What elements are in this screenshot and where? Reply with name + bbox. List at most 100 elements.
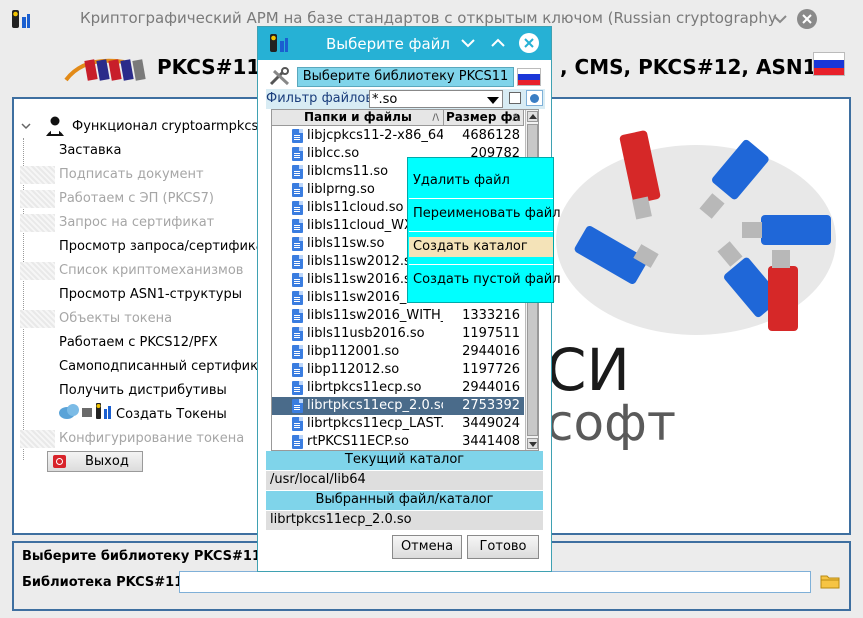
view-toggle-radio[interactable]	[526, 90, 543, 106]
close-button[interactable]	[797, 9, 817, 29]
sort-icon: /\	[512, 113, 519, 123]
file-size: 2753392	[462, 398, 520, 413]
dialog-close-button[interactable]	[519, 33, 539, 53]
file-name: libp112012.so	[307, 362, 400, 377]
maximize-chevron-icon[interactable]	[488, 33, 508, 53]
header-title-right: , CMS, PKCS#12, ASN1	[560, 55, 817, 79]
menu-item-delete-file[interactable]: Удалить файл	[409, 171, 553, 191]
file-name: libls11usb2016.so	[307, 326, 425, 341]
file-row[interactable]: libp112001.so 2944016	[272, 343, 524, 361]
library-path-field[interactable]	[179, 571, 811, 593]
scroll-up-icon[interactable]	[527, 111, 538, 122]
tree-item-disabled-marker	[20, 262, 55, 280]
select-library-button[interactable]: Выберите библиотеку PKCS11	[297, 67, 514, 87]
ok-button[interactable]: Готово	[467, 535, 539, 559]
sidebar-item: Подписать документ	[59, 167, 204, 182]
folder-icon[interactable]	[820, 573, 840, 589]
close-icon	[524, 38, 534, 48]
column-name-label: Папки и файлы	[304, 110, 412, 124]
file-row[interactable]: rtPKCS11ECP.so 3441408	[272, 433, 524, 450]
tools-icon	[269, 67, 290, 86]
sort-icon: /\	[432, 113, 439, 123]
file-size: 3449024	[462, 416, 520, 431]
menu-item-create-empty-file[interactable]: Создать пустой файл	[409, 270, 561, 290]
exit-button[interactable]: Выход	[47, 451, 143, 472]
file-icon	[292, 381, 303, 395]
sidebar-item: Объекты токена	[59, 311, 173, 326]
file-row[interactable]: libp112012.so 1197726	[272, 361, 524, 379]
dialog-title: Выберите файл	[326, 35, 450, 53]
cancel-button[interactable]: Отмена	[392, 535, 462, 559]
file-name: rtPKCS11ECP.so	[307, 434, 409, 449]
sidebar-item[interactable]: Получить дистрибутивы	[59, 383, 227, 398]
file-icon	[292, 147, 303, 161]
file-size: 1197511	[462, 326, 520, 341]
sidebar-item[interactable]: Самоподписанный сертификат	[59, 359, 274, 374]
current-dir-value: /usr/local/lib64	[266, 471, 543, 490]
tree-expand-icon[interactable]	[20, 120, 32, 132]
sidebar-item: Запрос на сертификат	[59, 215, 215, 230]
filter-dropdown[interactable]: *.so	[369, 90, 503, 108]
window-title: Криптографический АРМ на базе стандартов…	[80, 9, 777, 27]
sidebar-item[interactable]: Создать Токены	[116, 407, 227, 422]
file-icon	[292, 417, 303, 431]
sidebar-item: Работаем с ЭП (PKCS7)	[59, 191, 214, 206]
file-row[interactable]: librtpkcs11ecp.so 2944016	[272, 379, 524, 397]
file-size: 2944016	[462, 380, 520, 395]
file-size: 1197726	[462, 362, 520, 377]
usb-tokens-logo	[64, 58, 146, 82]
column-header-size[interactable]: Размер фа /\	[444, 110, 524, 126]
file-size: 2944016	[462, 344, 520, 359]
file-icon	[292, 273, 303, 287]
sidebar-item[interactable]: Заставка	[59, 143, 121, 158]
minimize-chevron-icon[interactable]	[770, 9, 790, 29]
tree-item-disabled-marker	[20, 166, 55, 184]
context-menu: Удалить файл Переименовать файл Создать …	[407, 157, 561, 303]
file-row[interactable]: librtpkcs11ecp_2.0.so 2753392	[272, 397, 524, 415]
library-select-row: Выберите библиотеку PKCS11	[266, 66, 545, 88]
scroll-down-icon[interactable]	[527, 438, 538, 449]
file-row[interactable]: librtpkcs11ecp_LAST.so 3449024	[272, 415, 524, 433]
file-icon	[292, 165, 303, 179]
file-row[interactable]: libls11usb2016.so 1197511	[272, 325, 524, 343]
sidebar-item: Конфигурирование токена	[59, 431, 245, 446]
library-label: Библиотека PKCS#11:	[22, 575, 189, 590]
file-name: libp112001.so	[307, 344, 400, 359]
sidebar-item[interactable]: Просмотр ASN1-структуры	[59, 287, 242, 302]
filter-label: Фильтр файлов:	[266, 91, 378, 106]
file-row[interactable]: libjcpkcs11-2-x86_64.so 4686128	[272, 127, 524, 145]
user-icon	[46, 116, 64, 136]
tree-root-label: Функционал cryptoarmpkcs	[72, 119, 259, 134]
power-icon	[53, 455, 66, 468]
menu-item-rename-file[interactable]: Переименовать файл	[409, 204, 561, 224]
menu-separator	[409, 264, 553, 265]
hero-logo-bottom: софт	[546, 394, 676, 450]
menu-item-create-folder[interactable]: Создать каталог	[409, 237, 553, 257]
menu-separator	[409, 198, 553, 199]
filter-row: Фильтр файлов: *.so	[266, 89, 545, 109]
library-panel-header: Выберите библиотеку PKCS#11 для	[22, 549, 294, 564]
file-name: libjcpkcs11-2-x86_64.so	[307, 128, 443, 143]
russian-flag-icon	[813, 52, 845, 76]
file-icon	[292, 255, 303, 269]
file-name: libls11sw2016_WITH_X.so	[307, 308, 443, 323]
file-icon	[292, 219, 303, 233]
sidebar-item[interactable]: Просмотр запроса/сертификата	[59, 239, 279, 254]
column-header-name[interactable]: Папки и файлы /\	[272, 110, 444, 126]
file-name: librtpkcs11ecp.so	[307, 380, 422, 395]
column-size-label: Размер фа	[446, 110, 521, 124]
file-row[interactable]: libls11sw2016_WITH_X.so 1333216	[272, 307, 524, 325]
selected-file-header: Выбранный файл/каталог	[266, 491, 543, 510]
sidebar-item[interactable]: Работаем с PKCS12/PFX	[59, 335, 218, 350]
filter-value: *.so	[372, 92, 398, 107]
hidden-files-checkbox[interactable]	[509, 92, 521, 104]
file-icon	[292, 327, 303, 341]
usb-tokens-image: СИ софт	[546, 130, 836, 450]
minimize-chevron-icon[interactable]	[458, 33, 478, 53]
file-icon	[292, 129, 303, 143]
file-icon	[292, 345, 303, 359]
tree-item-disabled-marker	[20, 214, 55, 232]
file-name: librtpkcs11ecp_LAST.so	[307, 416, 443, 431]
file-size: 4686128	[462, 128, 520, 143]
exit-label: Выход	[85, 454, 129, 469]
